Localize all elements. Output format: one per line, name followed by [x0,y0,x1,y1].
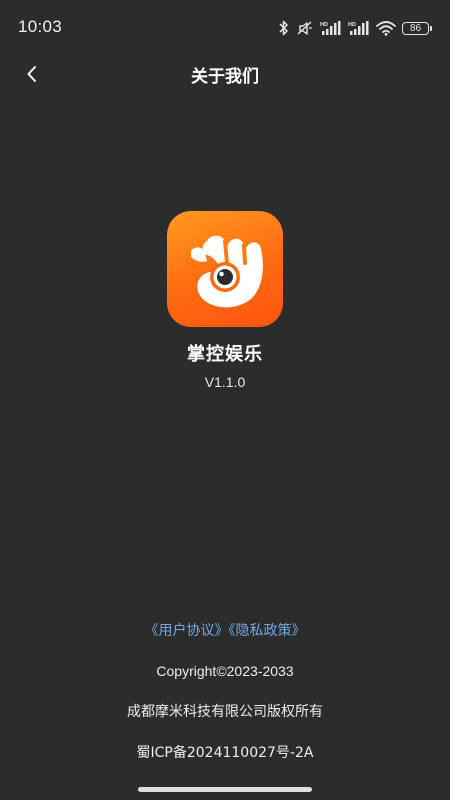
company-text: 成都摩米科技有限公司版权所有 [127,704,323,720]
status-bar: 10:03 HD HD 86 [0,0,450,56]
header: 关于我们 [0,56,450,92]
battery-tip [430,25,432,31]
bluetooth-icon [278,20,290,36]
battery-icon: 86 [402,21,432,35]
user-agreement-link[interactable]: 《用户协议》 [145,623,229,639]
copyright-text: Copyright©2023-2033 [156,663,294,679]
icp-text: 蜀ICP备2024110027号-2A [136,745,314,761]
privacy-policy-link[interactable]: 《隐私政策》 [229,623,306,639]
wifi-icon [376,20,396,36]
app-logo [167,211,283,327]
status-time: 10:03 [18,17,63,36]
battery-level: 86 [409,22,422,34]
home-indicator[interactable] [138,787,312,792]
footer: 《用户协议》《隐私政策》 Copyright©2023-2033 成都摩米科技有… [0,620,450,763]
signal-hd-icon-2: HD [348,20,370,36]
mute-icon [296,20,314,36]
signal-hd-icon: HD [320,20,342,36]
app-name: 掌控娱乐 [187,344,263,365]
svg-text:HD: HD [348,22,356,28]
battery: 86 [402,21,429,35]
app-version: V1.1.0 [204,374,246,390]
status-icons: HD HD 86 [278,16,432,40]
agreement-links: 《用户协议》《隐私政策》 [0,620,450,642]
svg-text:HD: HD [320,22,328,28]
page-title: 关于我们 [191,67,259,87]
hand-eye-logo-icon [191,235,263,308]
